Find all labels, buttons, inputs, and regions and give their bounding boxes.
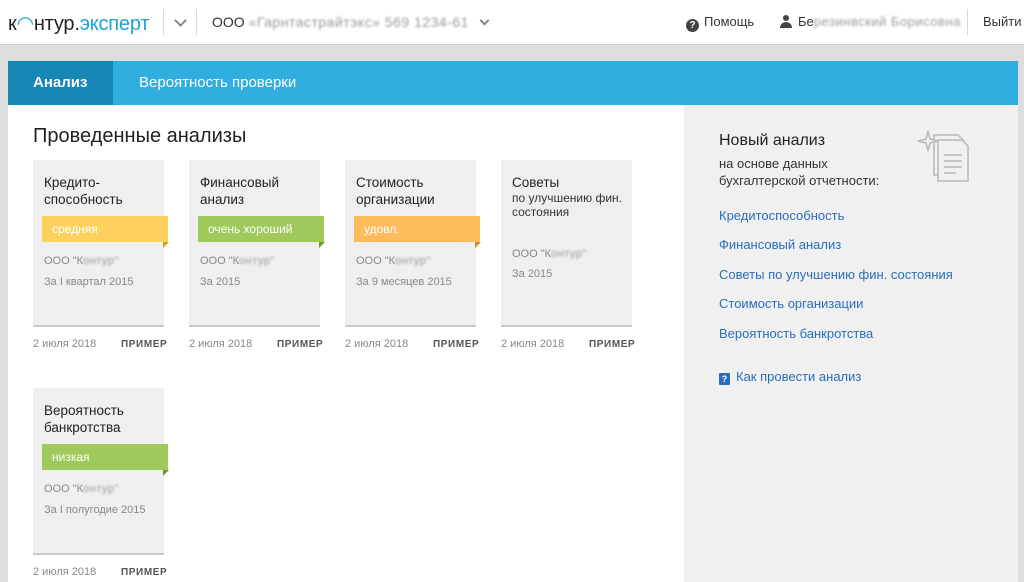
card-title: Стоимость организации xyxy=(356,175,435,207)
org-name-redacted: онтур" xyxy=(551,248,587,260)
document-sparkle-icon xyxy=(917,130,969,182)
new-analysis-panel: Новый анализ на основе данных бухгалтерс… xyxy=(684,105,1018,582)
divider xyxy=(967,9,968,35)
link-advice[interactable]: Советы по улучшению фин. состояния xyxy=(719,267,953,282)
example-tag: ПРИМЕР xyxy=(277,339,324,350)
org-name-redacted: «Гарнтастрайтэкс» 569 1234-61 xyxy=(248,14,469,30)
logo-o-mark: ◠ xyxy=(16,13,34,35)
card-org: ООО "Контур" xyxy=(44,483,119,495)
user-icon xyxy=(780,15,792,28)
status-badge: очень хороший xyxy=(198,216,325,248)
org-name-redacted: онтур" xyxy=(239,255,275,267)
card-date: 2 июля 2018 xyxy=(33,338,97,350)
card-title: Кредито-способность xyxy=(44,175,123,207)
chevron-down-icon xyxy=(479,15,490,26)
analyses-panel: Проведенные анализы Кредито-способность … xyxy=(8,105,684,582)
logo-letter-k: к xyxy=(8,13,17,35)
analysis-card-financial[interactable]: Финансовый анализ очень хороший ООО "Кон… xyxy=(189,160,325,327)
example-tag: ПРИМЕР xyxy=(433,339,480,350)
help-icon: ? xyxy=(719,373,730,385)
org-prefix: ООО "К xyxy=(200,255,240,267)
card-org: ООО "Контур" xyxy=(512,248,587,260)
organization-selector[interactable]: ООО «Гарнтастрайтэкс» 569 1234-61 xyxy=(212,14,490,30)
card-org: ООО "Контур" xyxy=(200,255,275,267)
card-org: ООО "Контур" xyxy=(356,255,431,267)
help-link[interactable]: ? Помощь xyxy=(686,14,754,32)
analysis-card-creditworthiness[interactable]: Кредито-способность средняя ООО "Контур"… xyxy=(33,160,169,327)
kontur-expert-logo[interactable]: к◠нтур.эксперт xyxy=(8,11,149,36)
link-valuation[interactable]: Стоимость организации xyxy=(719,296,863,311)
card-date: 2 июля 2018 xyxy=(501,338,565,350)
org-prefix: ООО "К xyxy=(512,248,552,260)
logo-text-suffix: эксперт xyxy=(79,13,150,35)
card-date: 2 июля 2018 xyxy=(345,338,409,350)
help-label: Помощь xyxy=(704,14,755,29)
divider xyxy=(196,9,197,35)
card-title-text: Советы xyxy=(512,175,560,190)
status-badge: средняя xyxy=(42,216,169,248)
org-prefix: ООО "К xyxy=(44,483,84,495)
org-name-redacted: онтур" xyxy=(83,255,119,267)
new-analysis-subtitle: на основе данных бухгалтерской отчетност… xyxy=(719,156,880,188)
tab-analysis[interactable]: Анализ xyxy=(8,61,113,105)
logout-button[interactable]: Выйти xyxy=(983,14,1022,29)
org-prefix: ООО xyxy=(212,14,245,30)
tab-inspection-probability[interactable]: Вероятность проверки xyxy=(113,61,322,105)
card-title: Финансовый анализ xyxy=(200,175,280,207)
status-badge: удовл. xyxy=(354,216,481,248)
analysis-card-valuation[interactable]: Стоимость организации удовл. ООО "Контур… xyxy=(345,160,481,327)
org-prefix: ООО "К xyxy=(356,255,396,267)
question-icon: ? xyxy=(686,19,699,32)
card-period: За I полугодие 2015 xyxy=(44,504,146,516)
example-tag: ПРИМЕР xyxy=(589,339,636,350)
user-name-prefix: Бе xyxy=(798,14,814,29)
card-subtitle: по улучшению фин. состояния xyxy=(512,191,622,219)
card-period: За 2015 xyxy=(512,268,553,280)
link-financial-analysis[interactable]: Финансовый анализ xyxy=(719,237,841,252)
card-date: 2 июля 2018 xyxy=(33,566,97,578)
card-title: Советы по улучшению фин. состояния xyxy=(512,174,627,219)
org-prefix: ООО "К xyxy=(44,255,84,267)
example-tag: ПРИМЕР xyxy=(121,339,168,350)
analysis-card-advice[interactable]: Советы по улучшению фин. состояния ООО "… xyxy=(501,160,632,327)
user-name-redacted: резинвский Борисовна xyxy=(813,14,961,29)
page-title: Проведенные анализы xyxy=(33,125,247,147)
analysis-card-bankruptcy[interactable]: Вероятность банкротства низкая ООО "Конт… xyxy=(33,388,169,555)
card-org: ООО "Контур" xyxy=(44,255,119,267)
howto-link[interactable]: ? Как провести анализ xyxy=(719,369,861,385)
divider xyxy=(163,9,164,35)
logo-text-main: нтур xyxy=(33,13,75,35)
org-name-redacted: онтур" xyxy=(83,483,119,495)
card-period: За I квартал 2015 xyxy=(44,276,134,288)
card-title: Вероятность банкротства xyxy=(44,403,124,435)
example-tag: ПРИМЕР xyxy=(121,567,168,578)
howto-label: Как провести анализ xyxy=(736,369,862,384)
link-creditworthiness[interactable]: Кредитоспособность xyxy=(719,208,844,223)
card-period: За 2015 xyxy=(200,276,241,288)
card-period: За 9 месяцев 2015 xyxy=(356,276,452,288)
status-badge: низкая xyxy=(42,444,169,476)
new-analysis-title: Новый анализ xyxy=(719,132,826,149)
card-date: 2 июля 2018 xyxy=(189,338,253,350)
top-bar: к◠нтур.эксперт ООО «Гарнтастрайтэкс» 569… xyxy=(0,0,1024,45)
org-name-redacted: онтур" xyxy=(395,255,431,267)
chevron-down-icon[interactable] xyxy=(174,14,187,27)
user-menu[interactable]: Березинвский Борисовна xyxy=(780,14,961,29)
link-bankruptcy[interactable]: Вероятность банкротства xyxy=(719,326,873,341)
tab-bar: Анализ Вероятность проверки xyxy=(8,61,1018,105)
